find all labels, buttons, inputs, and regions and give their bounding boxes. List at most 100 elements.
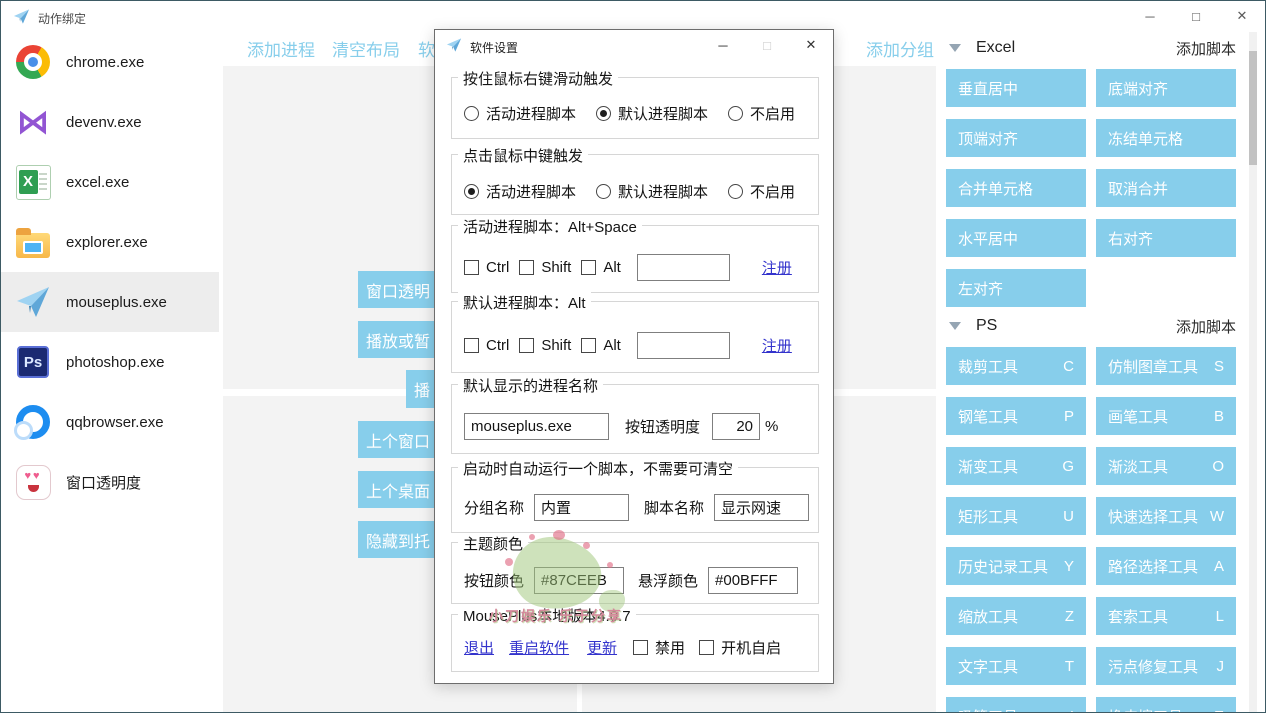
- update-link[interactable]: 更新: [587, 637, 617, 658]
- checkbox-option[interactable]: Ctrl: [464, 259, 509, 276]
- sidebar-item[interactable]: excel.exe: [1, 152, 219, 212]
- dialog-minimize-button[interactable]: ─: [701, 30, 745, 60]
- radio-option[interactable]: 不启用: [728, 181, 795, 202]
- script-button[interactable]: 橡皮擦工具E: [1096, 697, 1236, 713]
- script-button[interactable]: 上个桌面: [358, 471, 434, 508]
- radio-icon[interactable]: [464, 106, 479, 121]
- checkbox-icon[interactable]: [519, 338, 534, 353]
- checkbox-icon[interactable]: [519, 260, 534, 275]
- script-button[interactable]: 仿制图章工具S: [1096, 347, 1236, 385]
- add-script-link[interactable]: 添加脚本: [1176, 38, 1236, 59]
- script-button[interactable]: 隐藏到托: [358, 521, 434, 558]
- checkbox-icon[interactable]: [581, 260, 596, 275]
- hover-color-input[interactable]: [708, 567, 798, 594]
- script-button[interactable]: 左对齐: [946, 269, 1086, 307]
- radio-icon[interactable]: [596, 106, 611, 121]
- script-button[interactable]: 历史记录工具Y: [946, 547, 1086, 585]
- maximize-button[interactable]: □: [1173, 1, 1219, 31]
- script-button[interactable]: 矩形工具U: [946, 497, 1086, 535]
- button-color-input[interactable]: [534, 567, 624, 594]
- script-button[interactable]: 吸管工具I: [946, 697, 1086, 713]
- script-button[interactable]: 上个窗口: [358, 421, 434, 458]
- minimize-button[interactable]: ─: [1127, 1, 1173, 31]
- script-button[interactable]: 路径选择工具A: [1096, 547, 1236, 585]
- dialog-maximize-button[interactable]: □: [745, 30, 789, 60]
- add-script-link[interactable]: 添加脚本: [1176, 316, 1236, 337]
- script-button[interactable]: 快速选择工具W: [1096, 497, 1236, 535]
- script-button-label: 快速选择工具: [1108, 506, 1198, 527]
- radio-icon[interactable]: [596, 184, 611, 199]
- checkbox-option[interactable]: Shift: [519, 337, 571, 354]
- script-button[interactable]: 右对齐: [1096, 219, 1236, 257]
- opacity-input[interactable]: [712, 413, 760, 440]
- script-button-label: 底端对齐: [1108, 78, 1168, 99]
- sidebar-item[interactable]: chrome.exe: [1, 32, 219, 92]
- checkbox-option[interactable]: Alt: [581, 259, 621, 276]
- script-button[interactable]: 裁剪工具C: [946, 347, 1086, 385]
- sidebar-item[interactable]: qqbrowser.exe: [1, 392, 219, 452]
- script-button[interactable]: 窗口透明: [358, 271, 434, 308]
- script-button[interactable]: 垂直居中: [946, 69, 1086, 107]
- radio-option[interactable]: 默认进程脚本: [596, 181, 708, 202]
- radio-icon[interactable]: [728, 184, 743, 199]
- script-button[interactable]: 水平居中: [946, 219, 1086, 257]
- script-button[interactable]: 播: [406, 370, 434, 408]
- group-name-input[interactable]: [534, 494, 629, 521]
- group-autorun: 启动时自动运行一个脚本，不需要可清空 分组名称 脚本名称: [451, 467, 819, 533]
- radio-option[interactable]: 活动进程脚本: [464, 181, 576, 202]
- restart-link[interactable]: 重启软件: [509, 637, 569, 658]
- process-name-input[interactable]: [464, 413, 609, 440]
- checkbox-icon[interactable]: [633, 640, 648, 655]
- radio-option[interactable]: 默认进程脚本: [596, 103, 708, 124]
- sidebar-item[interactable]: 窗口透明度: [1, 452, 219, 512]
- radio-label: 默认进程脚本: [618, 103, 708, 124]
- script-button[interactable]: 合并单元格: [946, 169, 1086, 207]
- sidebar-item[interactable]: Psphotoshop.exe: [1, 332, 219, 392]
- register-link[interactable]: 注册: [762, 257, 792, 278]
- checkbox-option[interactable]: 禁用: [633, 637, 685, 658]
- checkbox-icon[interactable]: [464, 260, 479, 275]
- radio-option[interactable]: 活动进程脚本: [464, 103, 576, 124]
- nav-item[interactable]: 添加分组: [866, 36, 934, 61]
- collapse-triangle-icon[interactable]: [949, 322, 961, 330]
- script-button[interactable]: 污点修复工具J: [1096, 647, 1236, 685]
- radio-icon[interactable]: [728, 106, 743, 121]
- script-button[interactable]: 套索工具L: [1096, 597, 1236, 635]
- scrollbar[interactable]: [1249, 32, 1257, 712]
- script-button[interactable]: 钢笔工具P: [946, 397, 1086, 435]
- checkbox-option[interactable]: Ctrl: [464, 337, 509, 354]
- close-button[interactable]: ✕: [1219, 1, 1265, 31]
- script-button[interactable]: 渐淡工具O: [1096, 447, 1236, 485]
- checkbox-option[interactable]: Alt: [581, 337, 621, 354]
- script-button[interactable]: 取消合并: [1096, 169, 1236, 207]
- checkbox-icon[interactable]: [581, 338, 596, 353]
- radio-option[interactable]: 不启用: [728, 103, 795, 124]
- register-link[interactable]: 注册: [762, 335, 792, 356]
- script-button[interactable]: 冻结单元格: [1096, 119, 1236, 157]
- hotkey-input[interactable]: [637, 254, 730, 281]
- script-button[interactable]: 文字工具T: [946, 647, 1086, 685]
- script-button[interactable]: 缩放工具Z: [946, 597, 1086, 635]
- sidebar-item[interactable]: explorer.exe: [1, 212, 219, 272]
- script-button[interactable]: 画笔工具B: [1096, 397, 1236, 435]
- script-name-input[interactable]: [714, 494, 809, 521]
- dialog-close-button[interactable]: ✕: [789, 30, 833, 60]
- checkbox-icon[interactable]: [699, 640, 714, 655]
- sidebar-item[interactable]: ⋈devenv.exe: [1, 92, 219, 152]
- checkbox-icon[interactable]: [464, 338, 479, 353]
- script-button[interactable]: 渐变工具G: [946, 447, 1086, 485]
- sidebar-item[interactable]: mouseplus.exe: [1, 272, 219, 332]
- group-legend: MousePlus本地版本4.0.7: [458, 605, 636, 626]
- script-button[interactable]: 底端对齐: [1096, 69, 1236, 107]
- hotkey-input[interactable]: [637, 332, 730, 359]
- script-button[interactable]: 播放或暂: [358, 321, 434, 358]
- script-button[interactable]: 顶端对齐: [946, 119, 1086, 157]
- exit-link[interactable]: 退出: [464, 637, 494, 658]
- checkbox-option[interactable]: 开机自启: [699, 637, 781, 658]
- nav-item[interactable]: 添加进程: [247, 36, 315, 61]
- nav-item[interactable]: 清空布局: [332, 36, 400, 61]
- scrollbar-thumb[interactable]: [1249, 51, 1257, 165]
- radio-icon[interactable]: [464, 184, 479, 199]
- checkbox-option[interactable]: Shift: [519, 259, 571, 276]
- collapse-triangle-icon[interactable]: [949, 44, 961, 52]
